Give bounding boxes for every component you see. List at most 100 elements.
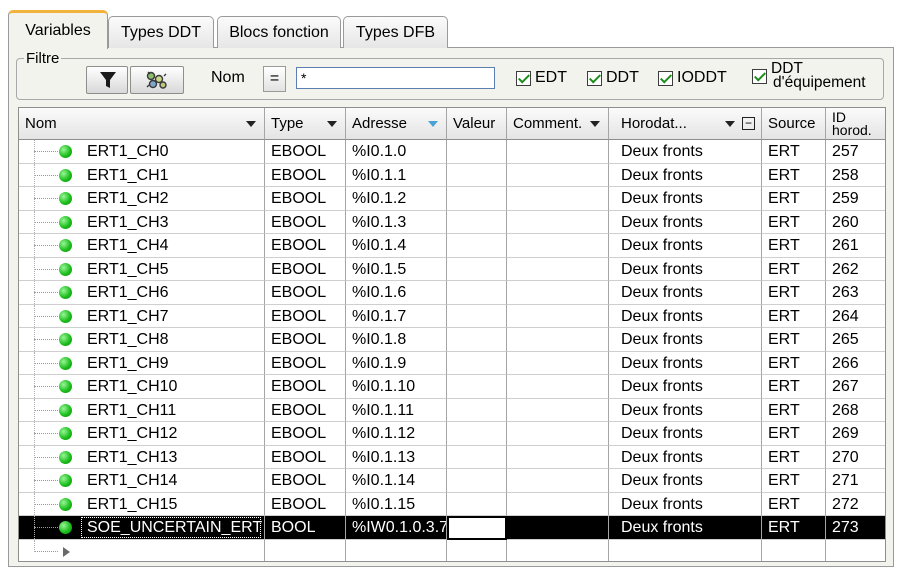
table-row[interactable]: ERT1_CH6 EBOOL %I0.1.6 Deux fronts ERT 263 <box>19 281 885 305</box>
cell-id[interactable]: 264 <box>826 305 885 328</box>
cell-id[interactable]: 259 <box>826 187 885 211</box>
cell-name[interactable]: ERT1_CH0 <box>19 140 265 164</box>
cell-address[interactable]: %I0.1.3 <box>346 210 447 234</box>
cell-id[interactable]: 260 <box>826 211 885 234</box>
cell-value[interactable] <box>447 398 507 422</box>
cell-value[interactable] <box>447 234 507 258</box>
cell-name[interactable] <box>19 539 265 561</box>
cell-timestamp[interactable]: Deux fronts <box>609 492 762 516</box>
cell-value[interactable] <box>447 328 507 352</box>
cell-timestamp[interactable]: Deux fronts <box>609 187 762 211</box>
cell-type[interactable]: EBOOL <box>265 281 346 305</box>
cell-address[interactable]: %I0.1.12 <box>346 422 447 446</box>
cell-type[interactable]: EBOOL <box>265 422 346 446</box>
new-row[interactable] <box>19 539 885 562</box>
cell-id[interactable]: 258 <box>826 164 885 187</box>
tab-blocs-fonction[interactable]: Blocs fonction <box>217 16 341 48</box>
cell-comment[interactable] <box>507 375 609 399</box>
cell-id[interactable]: 262 <box>826 258 885 281</box>
cell-id[interactable]: 271 <box>826 469 885 493</box>
cell-source[interactable]: ERT <box>762 163 826 187</box>
cell-id[interactable]: 265 <box>826 328 885 352</box>
cell-address[interactable]: %I0.1.14 <box>346 469 447 493</box>
cell-comment[interactable] <box>507 281 609 305</box>
cell-comment[interactable] <box>507 257 609 281</box>
cell-comment[interactable] <box>507 516 609 540</box>
table-row[interactable]: ERT1_CH12 EBOOL %I0.1.12 Deux fronts ERT 269 <box>19 422 885 446</box>
cell-timestamp[interactable]: Deux fronts <box>609 516 762 540</box>
cell-name[interactable]: ERT1_CH13 <box>19 445 265 469</box>
cell-comment[interactable] <box>507 187 609 211</box>
cell-name[interactable]: ERT1_CH8 <box>19 328 265 352</box>
cell-comment[interactable] <box>507 328 609 352</box>
table-row[interactable]: ERT1_CH3 EBOOL %I0.1.3 Deux fronts ERT 260 <box>19 210 885 234</box>
device-ddt-checkbox[interactable]: DDT d'équipement <box>752 61 866 90</box>
column-header-address[interactable]: Adresse <box>346 108 447 140</box>
cell-source[interactable]: ERT <box>762 187 826 211</box>
cell-id[interactable]: 261 <box>826 234 885 258</box>
cell-value[interactable] <box>447 539 507 561</box>
cell-name[interactable]: ERT1_CH2 <box>19 187 265 211</box>
cell-timestamp[interactable]: Deux fronts <box>609 210 762 234</box>
cell-address[interactable]: %I0.1.8 <box>346 328 447 352</box>
cell-timestamp[interactable]: Deux fronts <box>609 281 762 305</box>
cell-source[interactable] <box>762 539 826 561</box>
cell-type[interactable]: EBOOL <box>265 304 346 328</box>
cell-timestamp[interactable]: Deux fronts <box>609 163 762 187</box>
name-filter-input[interactable] <box>296 67 495 89</box>
cell-source[interactable]: ERT <box>762 281 826 305</box>
cell-type[interactable]: EBOOL <box>265 328 346 352</box>
apply-filter-button[interactable] <box>86 66 128 94</box>
cell-id[interactable]: 272 <box>826 493 885 516</box>
table-row[interactable]: ERT1_CH7 EBOOL %I0.1.7 Deux fronts ERT 264 <box>19 304 885 328</box>
cell-type[interactable]: EBOOL <box>265 492 346 516</box>
cell-comment[interactable] <box>507 140 609 164</box>
cell-name[interactable]: ERT1_CH7 <box>19 304 265 328</box>
cell-name[interactable]: ERT1_CH6 <box>19 281 265 305</box>
cell-source[interactable]: ERT <box>762 234 826 258</box>
cell-timestamp[interactable]: Deux fronts <box>609 328 762 352</box>
cell-timestamp[interactable]: Deux fronts <box>609 234 762 258</box>
table-row[interactable]: ERT1_CH13 EBOOL %I0.1.13 Deux fronts ERT 270 <box>19 445 885 469</box>
cell-id[interactable] <box>826 540 885 562</box>
ddt-checkbox[interactable]: DDT <box>587 69 639 87</box>
cell-comment[interactable] <box>507 539 609 561</box>
cell-name[interactable]: ERT1_CH3 <box>19 210 265 234</box>
cell-source[interactable]: ERT <box>762 516 826 540</box>
operator-button[interactable]: = <box>263 66 286 92</box>
cell-id[interactable]: 263 <box>826 281 885 305</box>
cell-value[interactable] <box>447 163 507 187</box>
tab-variables[interactable]: Variables <box>8 10 108 49</box>
cell-address[interactable]: %I0.1.9 <box>346 351 447 375</box>
cell-id[interactable]: 267 <box>826 375 885 399</box>
cell-source[interactable]: ERT <box>762 328 826 352</box>
cell-value[interactable] <box>447 210 507 234</box>
cell-source[interactable]: ERT <box>762 469 826 493</box>
cell-timestamp[interactable]: Deux fronts <box>609 351 762 375</box>
cell-name[interactable]: ERT1_CH10 <box>19 375 265 399</box>
cell-source[interactable]: ERT <box>762 375 826 399</box>
cell-type[interactable]: EBOOL <box>265 469 346 493</box>
cell-timestamp[interactable]: Deux fronts <box>609 140 762 164</box>
cell-address[interactable]: %I0.1.4 <box>346 234 447 258</box>
cell-name[interactable]: SOE_UNCERTAIN_ERT <box>19 516 265 540</box>
cell-address[interactable]: %I0.1.7 <box>346 304 447 328</box>
table-row[interactable]: ERT1_CH1 EBOOL %I0.1.1 Deux fronts ERT 258 <box>19 163 885 187</box>
cell-source[interactable]: ERT <box>762 140 826 164</box>
tab-types-dfb[interactable]: Types DFB <box>343 16 448 48</box>
cell-timestamp[interactable]: Deux fronts <box>609 445 762 469</box>
cell-id[interactable]: 270 <box>826 446 885 469</box>
cell-source[interactable]: ERT <box>762 257 826 281</box>
cell-source[interactable]: ERT <box>762 210 826 234</box>
cell-id[interactable]: 269 <box>826 422 885 446</box>
cell-source[interactable]: ERT <box>762 398 826 422</box>
table-row[interactable]: ERT1_CH15 EBOOL %I0.1.15 Deux fronts ERT 272 <box>19 492 885 516</box>
cell-type[interactable]: EBOOL <box>265 375 346 399</box>
cell-value[interactable] <box>447 187 507 211</box>
cell-type[interactable] <box>265 539 346 561</box>
cell-comment[interactable] <box>507 492 609 516</box>
cell-comment[interactable] <box>507 398 609 422</box>
cell-comment[interactable] <box>507 469 609 493</box>
cell-id[interactable]: 266 <box>826 352 885 375</box>
cell-comment[interactable] <box>507 351 609 375</box>
